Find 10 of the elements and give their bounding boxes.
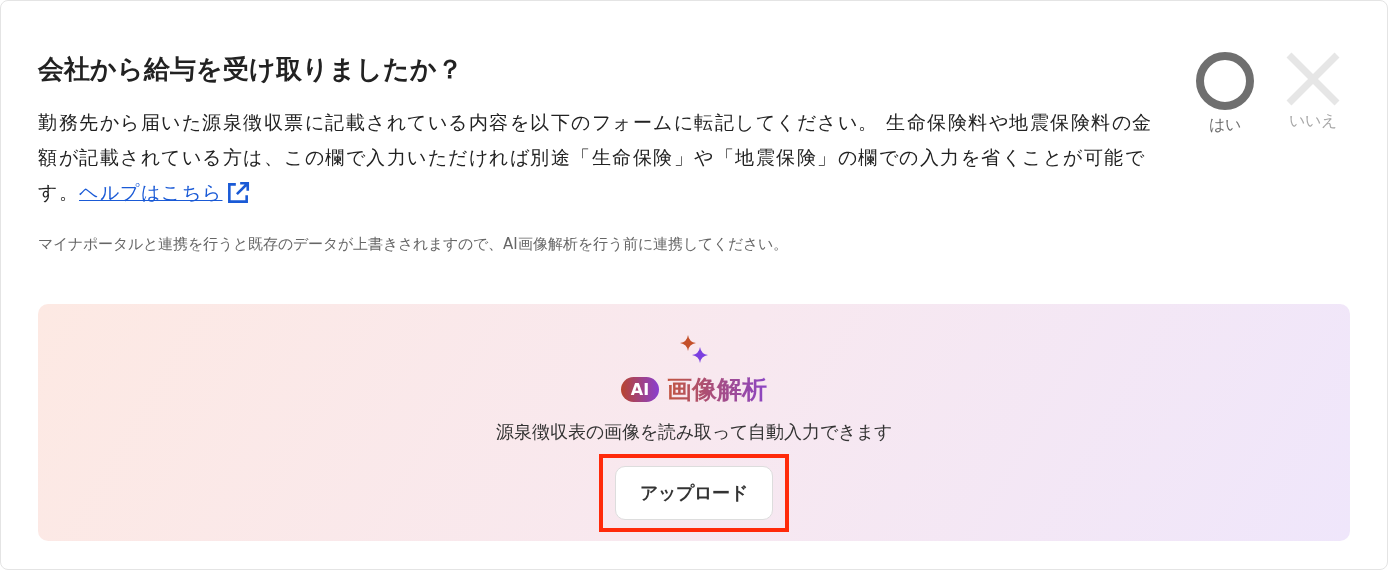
answer-option[interactable]: はい	[1194, 51, 1256, 256]
question-title: 会社から給与を受け取りましたか？	[38, 53, 464, 86]
upload-button[interactable]: アップロード	[615, 466, 773, 520]
description-text: 勤務先から届いた源泉徴収票に記載されている内容を以下のフォームに転記してください。 生命保険料や地震保険料の金額が記載されている方は、この欄で入力いただければ別途「生命保険」や「地震保険」の欄での入力を省くことが可能です。ヘルプはこちら	[38, 105, 1168, 210]
panel-description: 源泉徴収表の画像を読み取って自動入力できます	[496, 420, 892, 444]
help-link[interactable]: ヘルプはこちら	[79, 175, 223, 210]
note-text: マイナポータルと連携を行うと既存のデータが上書きされますので、AI画像解析を行う前に連携してください。	[38, 234, 789, 255]
circle-icon	[1195, 51, 1255, 111]
close-icon	[1285, 51, 1341, 107]
ai-badge: AI	[620, 377, 660, 402]
